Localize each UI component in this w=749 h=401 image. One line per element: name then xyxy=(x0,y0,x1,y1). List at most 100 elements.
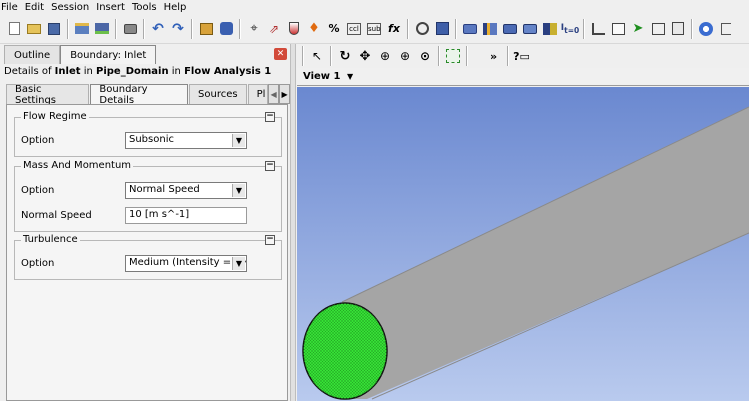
toolbar-separator xyxy=(691,18,693,39)
run-icon[interactable]: ➤ xyxy=(630,20,647,37)
chevron-down-icon[interactable]: ▼ xyxy=(232,184,245,197)
load-state-icon[interactable] xyxy=(74,20,91,37)
zoom-icon[interactable]: ⊕ xyxy=(377,48,394,65)
subdomain-icon[interactable] xyxy=(502,20,519,37)
select-pointer-icon[interactable]: ↖ xyxy=(309,48,326,65)
details-in-text: in xyxy=(80,66,96,77)
vector-icon[interactable]: ⇗ xyxy=(266,20,283,37)
copy-icon[interactable] xyxy=(670,20,687,37)
initialization-icon[interactable]: It=0 xyxy=(561,20,579,37)
collapse-icon[interactable]: − xyxy=(265,235,275,245)
group-title: Turbulence xyxy=(21,234,80,245)
pane-splitter[interactable] xyxy=(290,44,296,401)
zoom-fit-icon[interactable]: ⊙ xyxy=(417,48,434,65)
menu-help[interactable]: Help xyxy=(161,2,191,13)
interface-icon[interactable] xyxy=(522,20,539,37)
details-analysis: Flow Analysis 1 xyxy=(184,66,272,77)
edit-setup-icon[interactable] xyxy=(198,20,215,37)
expression-icon[interactable]: ccl xyxy=(346,20,363,37)
physics-icon[interactable] xyxy=(218,20,235,37)
function-icon[interactable]: fx xyxy=(386,20,403,37)
flow-regime-group: Flow Regime − Option Subsonic ▼ xyxy=(14,111,282,157)
tab-outline[interactable]: Outline xyxy=(4,45,61,64)
3d-viewport[interactable] xyxy=(297,87,749,401)
screenshot-icon[interactable] xyxy=(122,20,139,37)
zoom-box-icon[interactable]: ⊕ xyxy=(397,48,414,65)
chevron-down-icon[interactable]: ▼ xyxy=(232,257,245,270)
chevron-down-icon[interactable]: ▼ xyxy=(232,134,245,147)
more-toolbar-icon[interactable] xyxy=(718,20,735,37)
details-prefix: Details of xyxy=(4,66,55,77)
flame-icon[interactable]: ♦ xyxy=(306,20,323,37)
boundary-icon[interactable] xyxy=(482,20,499,37)
fit-view-icon[interactable] xyxy=(445,48,462,65)
tab-boundary-inlet[interactable]: Boundary: Inlet xyxy=(60,45,157,64)
rotate-icon[interactable]: ↻ xyxy=(337,48,354,65)
details-in-text: in xyxy=(168,66,185,77)
option-label: Option xyxy=(21,185,55,196)
details-caption: Details of Inlet in Pipe_Domain in Flow … xyxy=(4,66,271,77)
toolbar-separator xyxy=(583,18,585,39)
tab-basic-settings[interactable]: Basic Settings xyxy=(6,84,90,106)
transform-icon[interactable] xyxy=(650,20,667,37)
clock-icon[interactable] xyxy=(414,20,431,37)
turbulence-option-select[interactable]: Medium (Intensity = 5% ▼ xyxy=(125,255,247,272)
solver-control-icon[interactable] xyxy=(434,20,451,37)
contour-icon[interactable] xyxy=(286,20,303,37)
redo-icon[interactable]: ↷ xyxy=(170,20,187,37)
scroll-right-icon[interactable]: ▶ xyxy=(279,84,291,104)
toolbar-separator xyxy=(239,18,241,39)
details-object: Inlet xyxy=(54,66,81,77)
mesh-icon[interactable] xyxy=(610,20,627,37)
tab-sources[interactable]: Sources xyxy=(189,84,247,104)
tab-plot-options[interactable]: Pl xyxy=(247,84,269,104)
location-icon[interactable]: ⌖ xyxy=(246,20,263,37)
details-panel: Outline Boundary: Inlet ✕ Details of Inl… xyxy=(0,44,291,401)
menu-file[interactable]: File xyxy=(0,2,22,13)
collapse-icon[interactable]: − xyxy=(265,112,275,122)
menu-edit[interactable]: Edit xyxy=(22,2,48,13)
turbulence-group: Turbulence − Option Medium (Intensity = … xyxy=(14,234,282,280)
new-file-icon[interactable] xyxy=(6,20,23,37)
save-icon[interactable] xyxy=(46,20,63,37)
normal-speed-label: Normal Speed xyxy=(21,210,92,221)
pan-icon[interactable]: ✥ xyxy=(357,48,374,65)
mesh-adaption-icon[interactable] xyxy=(590,20,607,37)
collapse-icon[interactable]: − xyxy=(265,161,275,171)
undo-icon[interactable]: ↶ xyxy=(150,20,167,37)
toolbar-separator xyxy=(455,18,457,39)
toolbar-separator xyxy=(143,18,145,39)
viewer-toolbar: ↖ ↻ ✥ ⊕ ⊕ ⊙ » ?▭ xyxy=(297,44,749,68)
flow-regime-option-select[interactable]: Subsonic ▼ xyxy=(125,132,247,149)
save-state-icon[interactable] xyxy=(94,20,111,37)
solver-manager-icon[interactable] xyxy=(698,20,715,37)
tab-boundary-details[interactable]: Boundary Details xyxy=(90,84,189,106)
toolbar-separator xyxy=(67,18,69,39)
source-point-icon[interactable] xyxy=(542,20,559,37)
menu-insert[interactable]: Insert xyxy=(93,2,129,13)
mass-momentum-group: Mass And Momentum − Option Normal Speed … xyxy=(14,160,282,232)
more-tools-icon[interactable]: » xyxy=(485,48,502,65)
close-icon[interactable]: ✕ xyxy=(274,48,287,60)
normal-speed-input[interactable]: 10 [m s^-1] xyxy=(125,207,247,224)
details-subtabs: Basic Settings Boundary Details Sources … xyxy=(6,84,291,106)
toolbar-separator xyxy=(466,46,468,66)
scroll-left-icon[interactable]: ◀ xyxy=(268,84,280,104)
menu-session[interactable]: Session xyxy=(48,2,93,13)
select-value: Medium (Intensity = 5% xyxy=(129,257,247,268)
view-title: View 1 xyxy=(303,71,341,82)
toolbar-separator xyxy=(115,18,117,39)
open-folder-icon[interactable] xyxy=(26,20,43,37)
view-selector[interactable]: View 1 ▼ xyxy=(297,68,749,86)
option-label: Option xyxy=(21,135,55,146)
main-toolbar: ↶ ↷ ⌖ ⇗ ♦ % ccl sub fx It=0 ➤ xyxy=(0,14,749,44)
mass-momentum-option-select[interactable]: Normal Speed ▼ xyxy=(125,182,247,199)
whats-this-icon[interactable]: ?▭ xyxy=(513,48,530,65)
domain-icon[interactable] xyxy=(462,20,479,37)
menu-tools[interactable]: Tools xyxy=(129,2,161,13)
subroutine-icon[interactable]: sub xyxy=(366,20,383,37)
viewport-canvas[interactable] xyxy=(297,87,749,401)
select-value: Normal Speed xyxy=(129,184,200,195)
variable-icon[interactable]: % xyxy=(326,20,343,37)
group-title: Mass And Momentum xyxy=(21,160,134,171)
